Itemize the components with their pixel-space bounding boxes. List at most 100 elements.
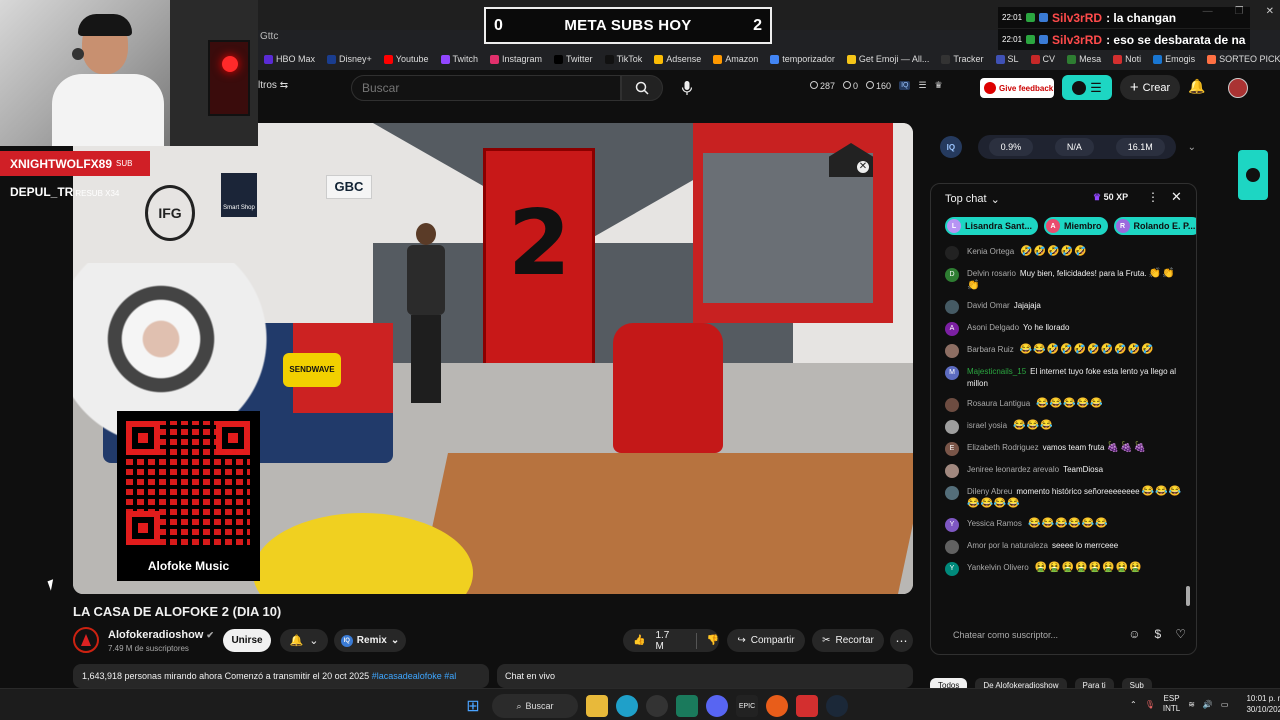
microphone-icon[interactable]: 🎙 [1145, 700, 1155, 709]
chat-author[interactable]: Majesticnails_15 [967, 367, 1026, 376]
app-icon[interactable] [766, 695, 788, 717]
bookmark-item[interactable]: TikTok [599, 54, 649, 64]
side-extension-tab[interactable] [1238, 150, 1268, 200]
chat-avatar[interactable] [945, 540, 959, 554]
file-explorer-icon[interactable] [586, 695, 608, 717]
chat-input[interactable]: Chatear como suscriptor... ☺ $ ♡ [941, 624, 1186, 646]
chat-avatar[interactable]: A [945, 322, 959, 336]
chevron-down-icon[interactable]: ⌄ [1188, 142, 1196, 153]
chat-avatar[interactable]: M [945, 366, 959, 380]
bookmark-item[interactable]: Disney+ [321, 54, 378, 64]
bookmark-item[interactable]: Twitch [435, 54, 485, 64]
bookmark-item[interactable]: Youtube [378, 54, 435, 64]
chat-avatar[interactable] [945, 300, 959, 314]
search-button[interactable] [621, 75, 663, 101]
bookmark-item[interactable]: Amazon [707, 54, 764, 64]
channel-name[interactable]: Alofokeradioshow ✔ [108, 629, 214, 641]
notifications-bell-icon[interactable]: 🔔 [1188, 78, 1205, 95]
chat-message[interactable]: Amor por la naturaleza seeee lo merrceee [945, 536, 1183, 558]
chat-message[interactable]: E Elizabeth Rodriguez vamos team fruta 🍇🍇🍇 [945, 438, 1183, 460]
description-box[interactable]: 1,643,918 personas mirando ahora Comenzó… [73, 664, 489, 688]
search-input[interactable] [351, 75, 621, 101]
chat-message[interactable]: Dileny Abreu momento histórico señoreeeee… [945, 482, 1183, 514]
list-ext-icon[interactable]: ☰ [918, 80, 926, 91]
extension-stats[interactable]: 287 0 160 IQ ☰ ♛ [810, 80, 943, 91]
chevron-down-icon[interactable]: ⌄ [991, 193, 1000, 206]
wifi-icon[interactable]: ≋ [1188, 700, 1195, 709]
chat-message[interactable]: israel yosia 😂😂😂 [945, 416, 1183, 438]
bookmark-item[interactable]: HBO Max [258, 54, 321, 64]
pinned-user-chip[interactable]: L Lisandra Sant... [945, 217, 1039, 235]
close-icon[interactable]: ✕ [1266, 6, 1274, 17]
join-button[interactable]: Unirse [223, 629, 271, 652]
bookmark-item[interactable]: temporizador [764, 54, 841, 64]
live-chat-section[interactable]: Chat en vivo [497, 664, 913, 688]
channel-avatar[interactable] [73, 627, 99, 653]
chat-avatar[interactable] [945, 464, 959, 478]
bookmark-item[interactable]: Adsense [648, 54, 707, 64]
epic-icon[interactable]: EPIC [736, 695, 758, 717]
close-chat-icon[interactable]: ✕ [1171, 189, 1182, 205]
chat-avatar[interactable] [945, 486, 959, 500]
chat-avatar[interactable]: Y [945, 518, 959, 532]
clock[interactable]: 10:01 p. m.30/10/2025 [1246, 693, 1280, 715]
give-feedback-button[interactable]: Give feedback [980, 78, 1054, 98]
description-hashtags[interactable]: #lacasadealofoke #al [372, 671, 457, 681]
bookmark-item[interactable]: Emogis [1147, 54, 1201, 64]
bookmark-item[interactable]: Mesa [1061, 54, 1107, 64]
chat-author[interactable]: David Omar [967, 301, 1010, 310]
more-actions-icon[interactable]: ⋯ [890, 629, 913, 652]
chevron-up-icon[interactable]: ⌃ [1130, 700, 1137, 709]
iq-badge[interactable]: IQ [940, 136, 962, 158]
chat-message[interactable]: Jeniree leonardez arevalo TeamDiosa [945, 460, 1183, 482]
chat-message[interactable]: Rosaura Lantigua 😂😂😂😂😂 [945, 394, 1183, 416]
chat-mode-selector[interactable]: Top chat [945, 193, 987, 205]
pinned-user-chip[interactable]: R Rolando E. P... [1113, 217, 1196, 235]
clip-button[interactable]: ✂ Recortar [812, 629, 884, 652]
chat-author[interactable]: Jeniree leonardez arevalo [967, 465, 1059, 474]
super-chat-icon[interactable]: $ [1155, 627, 1162, 641]
subscription-bell-button[interactable]: 🔔 ⌄ [280, 629, 328, 652]
chat-message[interactable]: A Asoni Delgado Yo he llorado [945, 318, 1183, 340]
app-icon[interactable] [796, 695, 818, 717]
chat-message[interactable]: Y Yessica Ramos 😂😂😂😂😂😂 [945, 514, 1183, 536]
chat-author[interactable]: Rosaura Lantigua [967, 399, 1030, 408]
like-dislike-button[interactable]: 👍 1.7 M 👎 [623, 629, 719, 652]
chat-author[interactable]: israel yosia [967, 421, 1007, 430]
chat-author[interactable]: Yessica Ramos [967, 519, 1022, 528]
heart-icon[interactable]: ♡ [1175, 627, 1186, 641]
chat-message[interactable]: D Delvin rosario Muy bien, felicidades! pa… [945, 264, 1183, 296]
pinned-user-chip[interactable]: A Miembro [1044, 217, 1108, 235]
chat-author[interactable]: Dileny Abreu [967, 487, 1012, 496]
user-avatar[interactable] [1228, 78, 1248, 98]
chat-message[interactable]: Barbara Ruiz 😂😂🤣🤣🤣🤣🤣🤣🤣🤣 [945, 340, 1183, 362]
chat-author[interactable]: Yankelvin Olivero [967, 563, 1029, 572]
xp-badge[interactable]: ♛ 50 XP [1093, 192, 1128, 203]
thumbs-down-icon[interactable]: 👎 [707, 635, 719, 646]
extension-menu-button[interactable]: ☰ [1062, 75, 1112, 100]
bookmark-item[interactable]: Instagram [484, 54, 548, 64]
chat-author[interactable]: Amor por la naturaleza [967, 541, 1048, 550]
bookmark-item[interactable]: CV [1025, 54, 1062, 64]
chat-author[interactable]: Asoni Delgado [967, 323, 1019, 332]
voice-search-button[interactable] [673, 75, 701, 101]
iq-ext-icon[interactable]: IQ [899, 81, 911, 90]
app-icon[interactable] [676, 695, 698, 717]
language-indicator[interactable]: ESP INTL [1163, 694, 1180, 714]
chat-message[interactable]: Y Yankelvin Olivero 🤮🤮🤮🤮🤮🤮🤮🤮 [945, 558, 1183, 580]
chat-avatar[interactable]: Y [945, 562, 959, 576]
overlay-close-icon[interactable]: ✕ [856, 160, 870, 174]
chat-author[interactable]: Delvin rosario [967, 269, 1016, 278]
create-button[interactable]: + Crear [1120, 75, 1180, 100]
chat-author[interactable]: Kenia Ortega [967, 247, 1014, 256]
chat-avatar[interactable] [945, 398, 959, 412]
chat-author[interactable]: Barbara Ruiz [967, 345, 1014, 354]
volume-icon[interactable]: 🔊 [1203, 700, 1213, 709]
chat-message[interactable]: David Omar Jajajaja [945, 296, 1183, 318]
filters-label[interactable]: ltros ⇆ [258, 80, 288, 91]
bookmark-item[interactable]: Twitter [548, 54, 599, 64]
chat-message[interactable]: Kenia Ortega 🤣🤣🤣🤣🤣 [945, 242, 1183, 264]
bookmark-item[interactable]: Get Emoji — All... [841, 54, 936, 64]
bookmark-item[interactable]: SL [990, 54, 1025, 64]
chat-avatar[interactable] [945, 246, 959, 260]
